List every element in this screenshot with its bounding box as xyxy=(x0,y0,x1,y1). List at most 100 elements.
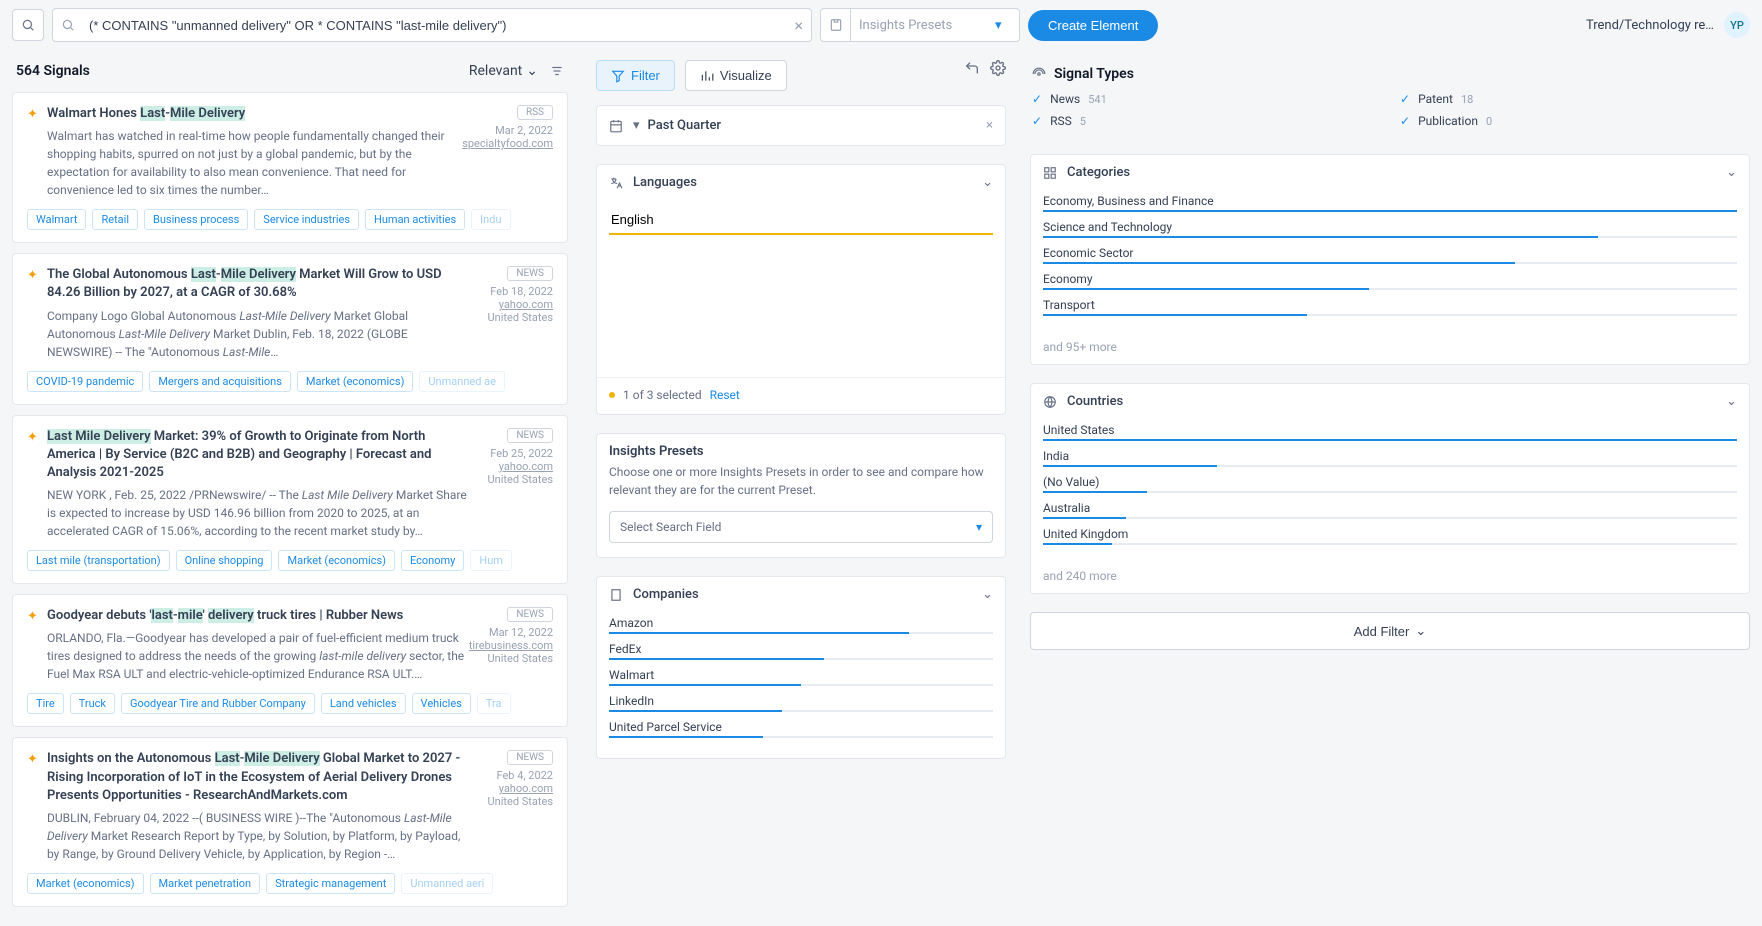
signal-snippet: DUBLIN, February 04, 2022 --( BUSINESS W… xyxy=(47,809,473,863)
signal-meta: NEWSFeb 4, 2022yahoo.comUnited States xyxy=(488,750,553,808)
bar-label: Transport xyxy=(1043,298,1737,312)
type-count: 541 xyxy=(1088,93,1107,106)
tag[interactable]: Retail xyxy=(92,209,138,230)
bar-row[interactable]: United Kingdom xyxy=(1043,527,1737,545)
tag[interactable]: Tire xyxy=(27,693,64,714)
avatar[interactable]: YP xyxy=(1724,12,1750,38)
signal-type-item[interactable]: ✓RSS5 xyxy=(1032,114,1380,128)
settings-icon[interactable] xyxy=(990,60,1006,91)
signal-source[interactable]: yahoo.com xyxy=(488,782,553,795)
bar-row[interactable]: FedEx xyxy=(609,642,993,660)
signals-list: ✦ Walmart Hones Last-Mile Delivery Walmart… xyxy=(12,92,572,912)
language-input[interactable] xyxy=(609,206,993,235)
tag[interactable]: Market penetration xyxy=(150,873,261,894)
signal-card[interactable]: ✦Goodyear debuts 'last-mile' delivery tr… xyxy=(12,594,568,727)
bar-track xyxy=(1043,236,1737,238)
tag[interactable]: Service industries xyxy=(254,209,359,230)
select-search-field[interactable]: Select Search Field ▾ xyxy=(609,511,993,543)
signal-type-item[interactable]: ✓News541 xyxy=(1032,92,1380,106)
type-count: 0 xyxy=(1486,115,1492,128)
sort-dropdown[interactable]: Relevant ⌄ xyxy=(469,63,538,79)
tag[interactable]: Business process xyxy=(144,209,248,230)
categories-more[interactable]: and 95+ more xyxy=(1031,336,1749,364)
chevron-down-icon[interactable]: ⌄ xyxy=(1726,394,1737,409)
tag[interactable]: Last mile (transportation) xyxy=(27,550,170,571)
tag[interactable]: Market (economics) xyxy=(297,371,414,392)
bar-fill xyxy=(1043,543,1112,545)
bar-track xyxy=(1043,465,1737,467)
bar-row[interactable]: Economy xyxy=(1043,272,1737,290)
tag[interactable]: Truck xyxy=(70,693,115,714)
bar-row[interactable]: (No Value) xyxy=(1043,475,1737,493)
bar-row[interactable]: Economy, Business and Finance xyxy=(1043,194,1737,212)
search-input[interactable] xyxy=(89,18,794,33)
insights-presets-select[interactable]: Insights Presets ▾ xyxy=(820,8,1020,42)
filter-button[interactable]: Filter xyxy=(596,60,675,91)
bar-row[interactable]: India xyxy=(1043,449,1737,467)
countries-more[interactable]: and 240 more xyxy=(1031,565,1749,593)
date-range-label[interactable]: Past Quarter xyxy=(648,118,979,133)
tag[interactable]: Online shopping xyxy=(176,550,273,571)
signal-source[interactable]: yahoo.com xyxy=(488,298,553,311)
bar-track xyxy=(609,658,993,660)
bar-fill xyxy=(1043,262,1515,264)
signal-source[interactable]: tirebusiness.com xyxy=(469,639,553,652)
spark-icon: ✦ xyxy=(27,268,38,283)
bar-label: United States xyxy=(1043,423,1737,437)
signal-type-item[interactable]: ✓Publication0 xyxy=(1400,114,1748,128)
bar-row[interactable]: United States xyxy=(1043,423,1737,441)
signal-card[interactable]: ✦Insights on the Autonomous Last-Mile De… xyxy=(12,737,568,907)
language-icon xyxy=(609,176,625,190)
visualize-button[interactable]: Visualize xyxy=(685,60,787,91)
tag[interactable]: Unmanned aeri xyxy=(401,873,493,894)
signal-card[interactable]: ✦Walmart Hones Last-Mile DeliveryWalmart… xyxy=(12,92,568,243)
chevron-down-icon[interactable]: ⌄ xyxy=(1726,165,1737,180)
signal-card[interactable]: ✦The Global Autonomous Last-Mile Deliver… xyxy=(12,253,568,404)
calendar-icon xyxy=(609,119,625,133)
sort-options-icon[interactable] xyxy=(546,60,568,82)
global-search-button[interactable] xyxy=(12,9,44,41)
bar-row[interactable]: Australia xyxy=(1043,501,1737,519)
tag[interactable]: Unmanned ae xyxy=(419,371,505,392)
bar-label: United Parcel Service xyxy=(609,720,993,734)
clear-search-icon[interactable]: × xyxy=(794,16,803,35)
tag[interactable]: Hum xyxy=(470,550,512,571)
presets-placeholder: Insights Presets xyxy=(851,18,995,33)
tag[interactable]: Walmart xyxy=(27,209,86,230)
chevron-down-icon[interactable]: ▾ xyxy=(633,118,640,133)
tag[interactable]: Strategic management xyxy=(266,873,395,894)
signal-source[interactable]: yahoo.com xyxy=(488,460,553,473)
chevron-down-icon[interactable]: ⌄ xyxy=(982,175,993,190)
add-filter-button[interactable]: Add Filter ⌄ xyxy=(1030,612,1750,650)
breadcrumb[interactable]: Trend/Technology re… xyxy=(1586,18,1714,33)
chevron-down-icon[interactable]: ⌄ xyxy=(982,587,993,602)
tag[interactable]: Economy xyxy=(401,550,464,571)
signal-type-item[interactable]: ✓Patent18 xyxy=(1400,92,1748,106)
signal-title: Walmart Hones Last-Mile Delivery xyxy=(47,105,473,123)
tag[interactable]: Mergers and acquisitions xyxy=(149,371,291,392)
signal-card[interactable]: ✦Last Mile Delivery Market: 39% of Growt… xyxy=(12,415,568,585)
tag[interactable]: Market (economics) xyxy=(278,550,395,571)
tag[interactable]: COVID-19 pandemic xyxy=(27,371,143,392)
create-element-button[interactable]: Create Element xyxy=(1028,10,1158,41)
tag[interactable]: Land vehicles xyxy=(321,693,406,714)
bar-row[interactable]: Science and Technology xyxy=(1043,220,1737,238)
bar-row[interactable]: Walmart xyxy=(609,668,993,686)
tag[interactable]: Tra xyxy=(477,693,511,714)
bar-row[interactable]: Amazon xyxy=(609,616,993,634)
undo-icon[interactable] xyxy=(964,60,980,91)
bar-row[interactable]: Economic Sector xyxy=(1043,246,1737,264)
tag[interactable]: Indu xyxy=(471,209,510,230)
bar-row[interactable]: United Parcel Service xyxy=(609,720,993,738)
signal-snippet: NEW YORK , Feb. 25, 2022 /PRNewswire/ --… xyxy=(47,486,473,540)
tag[interactable]: Human activities xyxy=(365,209,465,230)
tag[interactable]: Goodyear Tire and Rubber Company xyxy=(121,693,315,714)
bar-row[interactable]: LinkedIn xyxy=(609,694,993,712)
reset-link[interactable]: Reset xyxy=(710,388,740,402)
close-icon[interactable]: × xyxy=(986,118,993,133)
tag[interactable]: Vehicles xyxy=(412,693,471,714)
bar-row[interactable]: Transport xyxy=(1043,298,1737,316)
signal-source[interactable]: specialtyfood.com xyxy=(462,137,553,150)
tag[interactable]: Market (economics) xyxy=(27,873,144,894)
add-filter-label: Add Filter xyxy=(1354,624,1410,639)
